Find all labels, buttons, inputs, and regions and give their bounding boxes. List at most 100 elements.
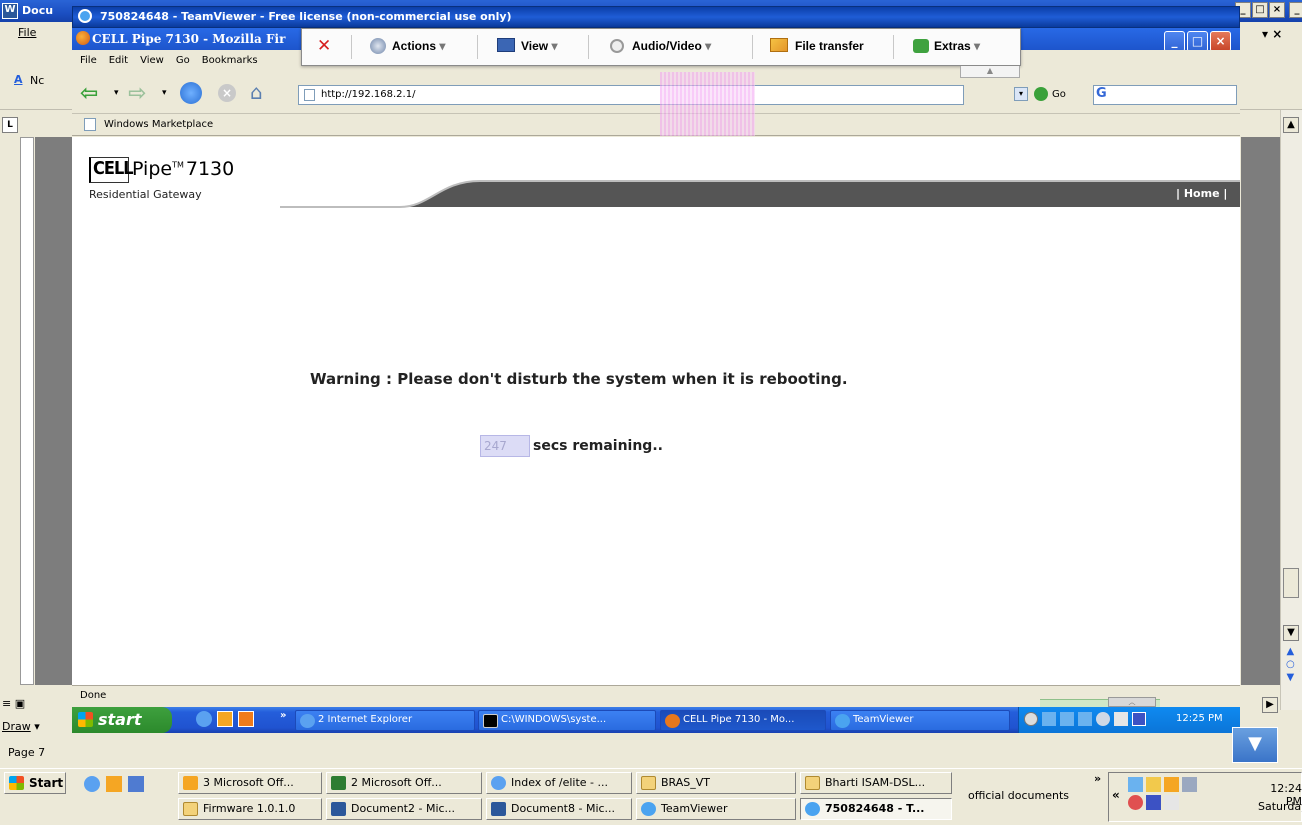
network-icon[interactable] bbox=[1060, 712, 1074, 726]
menu-go[interactable]: Go bbox=[176, 55, 190, 66]
remote-start-button[interactable]: start bbox=[72, 707, 172, 733]
tray-expand-icon[interactable] bbox=[1024, 712, 1038, 726]
word-icon bbox=[491, 802, 506, 816]
official-documents-toolbar[interactable]: official documents bbox=[968, 789, 1069, 802]
remote-task-teamviewer-label: TeamViewer bbox=[853, 714, 914, 725]
file-transfer-button[interactable]: File transfer bbox=[795, 39, 864, 53]
chevron-right-icon[interactable]: » bbox=[280, 710, 286, 721]
local-task-bras[interactable]: BRAS_VT bbox=[636, 772, 796, 794]
wireless-icon[interactable] bbox=[1096, 712, 1110, 726]
actions-menu[interactable]: Actions ▾ bbox=[392, 39, 445, 53]
local-task-office[interactable]: 3 Microsoft Off... bbox=[178, 772, 322, 794]
countdown-field: 247 bbox=[480, 435, 530, 457]
tab-stop-icon[interactable]: L bbox=[2, 117, 18, 133]
local-task-ie[interactable]: Index of /elite - ... bbox=[486, 772, 632, 794]
draw-menu[interactable]: Draw ▾ bbox=[2, 720, 40, 733]
local-task-teamviewer[interactable]: TeamViewer bbox=[636, 798, 796, 820]
local-start-button[interactable]: Start bbox=[4, 772, 66, 794]
logo-tm: TM bbox=[172, 160, 184, 170]
close-session-icon[interactable]: ✕ bbox=[317, 36, 331, 56]
back-icon[interactable]: ⇦ bbox=[80, 81, 98, 106]
teamviewer-window-title: 750824648 - TeamViewer - Free license (n… bbox=[100, 10, 512, 23]
url-input[interactable]: http://192.168.2.1/ bbox=[298, 85, 964, 105]
close-icon[interactable]: × bbox=[1210, 31, 1231, 52]
local-task-document8[interactable]: Document8 - Mic... bbox=[486, 798, 632, 820]
ie-icon bbox=[300, 714, 315, 728]
remote-task-ie[interactable]: 2 Internet Explorer bbox=[295, 710, 475, 731]
bookmark-windows-marketplace[interactable]: Windows Marketplace bbox=[104, 119, 213, 130]
audio-video-menu[interactable]: Audio/Video ▾ bbox=[632, 39, 711, 53]
shield-icon[interactable] bbox=[1146, 795, 1161, 810]
ie-icon[interactable] bbox=[196, 711, 212, 727]
usb-icon[interactable] bbox=[1114, 712, 1128, 726]
chevron-right-icon[interactable]: » bbox=[1094, 772, 1101, 785]
chevron-down-icon[interactable]: ▾ bbox=[162, 88, 167, 98]
font-name-box[interactable]: Nc bbox=[30, 74, 44, 87]
expand-icon[interactable]: ︿ bbox=[1108, 697, 1156, 707]
search-input[interactable] bbox=[1093, 85, 1237, 105]
font-color-icon[interactable]: A bbox=[14, 73, 23, 86]
local-task-teamviewer-session[interactable]: 750824648 - T... bbox=[800, 798, 952, 820]
scroll-thumb[interactable] bbox=[1283, 568, 1299, 598]
home-link[interactable]: | Home | bbox=[1176, 187, 1227, 200]
app-icon[interactable] bbox=[238, 711, 254, 727]
word-menu-file[interactable]: File bbox=[18, 26, 36, 39]
security-icon[interactable] bbox=[1128, 795, 1143, 810]
remote-task-cmd-label: C:\WINDOWS\syste... bbox=[501, 714, 607, 725]
shield-icon[interactable] bbox=[1132, 712, 1146, 726]
google-search-icon[interactable]: G bbox=[1096, 86, 1107, 101]
warning-icon[interactable] bbox=[1146, 777, 1161, 792]
view-buttons-icon[interactable]: ≡ ▣ bbox=[2, 697, 25, 710]
desktop-icon[interactable] bbox=[128, 776, 144, 792]
local-task-document2[interactable]: Document2 - Mic... bbox=[326, 798, 482, 820]
close-icon[interactable]: × bbox=[1269, 2, 1285, 18]
vertical-scrollbar[interactable] bbox=[1280, 110, 1302, 710]
remote-task-firefox[interactable]: CELL Pipe 7130 - Mo... bbox=[660, 710, 826, 731]
collapse-toolbar-icon[interactable]: ▲ bbox=[960, 66, 1020, 78]
go-button[interactable]: Go bbox=[1052, 89, 1066, 100]
scroll-right-icon[interactable]: ▶ bbox=[1262, 697, 1278, 713]
url-dropdown-icon[interactable]: ▾ bbox=[1014, 87, 1028, 101]
local-task-excel[interactable]: 2 Microsoft Off... bbox=[326, 772, 482, 794]
outlook-icon[interactable] bbox=[217, 711, 233, 727]
remote-task-teamviewer[interactable]: TeamViewer bbox=[830, 710, 1010, 731]
firefox-icon bbox=[665, 714, 680, 728]
chevron-down-icon[interactable]: ▾ × bbox=[1262, 27, 1282, 41]
view-menu[interactable]: View ▾ bbox=[521, 39, 558, 53]
minimize-icon[interactable]: _ bbox=[1164, 31, 1185, 52]
restore-icon[interactable]: □ bbox=[1252, 2, 1268, 18]
scroll-up-icon[interactable]: ▲ bbox=[1283, 117, 1299, 133]
menu-view[interactable]: View bbox=[140, 55, 164, 66]
browse-object-icon[interactable]: ▲ ○ ▼ bbox=[1286, 645, 1295, 684]
ie-icon[interactable] bbox=[84, 776, 100, 792]
maximize-icon[interactable]: □ bbox=[1187, 31, 1208, 52]
menu-bookmarks[interactable]: Bookmarks bbox=[202, 55, 258, 66]
stop-icon[interactable]: × bbox=[218, 84, 236, 102]
usb-icon[interactable] bbox=[1164, 795, 1179, 810]
network-icon[interactable] bbox=[1128, 777, 1143, 792]
local-task-firmware[interactable]: Firmware 1.0.1.0 bbox=[178, 798, 322, 820]
remote-task-cmd[interactable]: C:\WINDOWS\syste... bbox=[478, 710, 656, 731]
word-app-icon: W bbox=[2, 3, 18, 19]
menu-edit[interactable]: Edit bbox=[109, 55, 128, 66]
network-disconnected-icon[interactable] bbox=[1182, 777, 1197, 792]
teamviewer-minimize-icon[interactable]: ▼ bbox=[1232, 727, 1278, 763]
scroll-down-icon[interactable]: ▼ bbox=[1283, 625, 1299, 641]
render-artifact bbox=[660, 72, 755, 136]
header-banner bbox=[280, 180, 1240, 208]
network-icon[interactable] bbox=[1078, 712, 1092, 726]
chevron-down-icon[interactable]: ▾ bbox=[114, 88, 119, 98]
outlook-icon[interactable] bbox=[1164, 777, 1179, 792]
local-task-bharti[interactable]: Bharti ISAM-DSL... bbox=[800, 772, 952, 794]
local-task-excel-label: 2 Microsoft Off... bbox=[351, 776, 442, 789]
menu-file[interactable]: File bbox=[80, 55, 97, 66]
tray-expand-icon[interactable]: « bbox=[1112, 788, 1120, 802]
forward-icon[interactable]: ⇨ bbox=[128, 81, 146, 106]
extras-menu[interactable]: Extras ▾ bbox=[934, 39, 980, 53]
reload-icon[interactable] bbox=[180, 82, 202, 104]
outlook-icon[interactable] bbox=[106, 776, 122, 792]
minimize-icon[interactable]: _ bbox=[1289, 2, 1302, 18]
go-icon[interactable] bbox=[1034, 87, 1048, 101]
network-icon[interactable] bbox=[1042, 712, 1056, 726]
home-icon[interactable]: ⌂ bbox=[250, 80, 263, 104]
